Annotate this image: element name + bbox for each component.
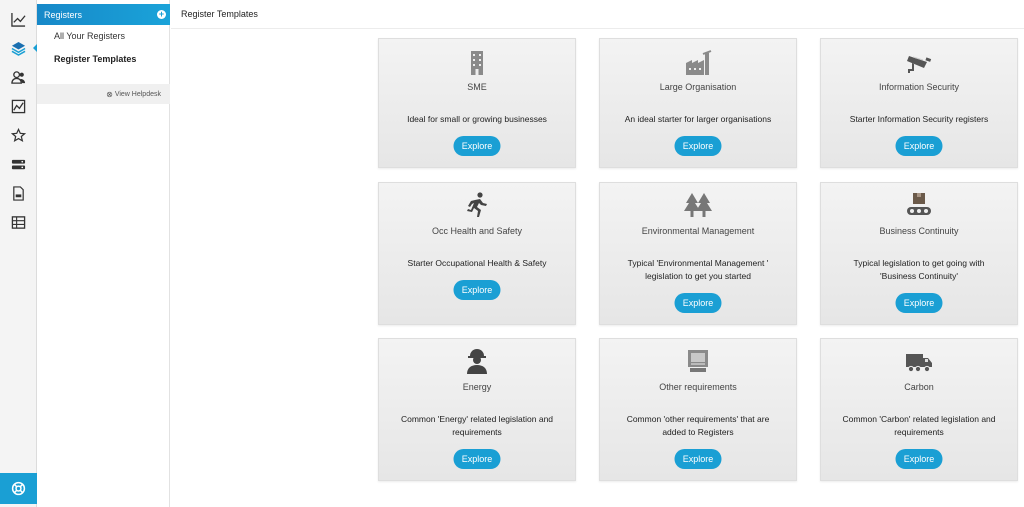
explore-button[interactable]: Explore xyxy=(895,449,943,469)
template-card-energy: Energy Common 'Energy' related legislati… xyxy=(378,338,576,481)
explore-button[interactable]: Explore xyxy=(895,293,943,313)
sidebar-item-all-registers[interactable]: All Your Registers xyxy=(54,31,125,41)
explore-button[interactable]: Explore xyxy=(674,449,722,469)
nav-favourites[interactable] xyxy=(0,122,37,148)
card-title: Energy xyxy=(462,382,492,392)
card-title: Environmental Management xyxy=(641,226,755,236)
card-title: Business Continuity xyxy=(879,226,959,236)
sidebar-item-register-templates[interactable]: Register Templates xyxy=(54,54,136,64)
explore-button[interactable]: Explore xyxy=(895,136,943,156)
sidebar-title: Registers xyxy=(44,9,83,20)
building-icon-wrap xyxy=(379,49,575,77)
nav-reports[interactable] xyxy=(0,93,37,119)
lifebuoy-icon xyxy=(11,481,26,496)
card-description: An ideal starter for larger organisation… xyxy=(624,114,772,124)
worker-hardhat-icon xyxy=(467,349,487,374)
card-title: Other requirements xyxy=(659,382,737,392)
nav-registers[interactable] xyxy=(0,35,38,61)
cctv-icon-wrap xyxy=(821,49,1017,77)
worker-icon-wrap xyxy=(379,347,575,375)
explore-button[interactable]: Explore xyxy=(453,449,501,469)
template-card-other-requirements: Other requirements Common 'other require… xyxy=(599,338,797,481)
card-title: Large Organisation xyxy=(659,82,737,92)
explore-button[interactable]: Explore xyxy=(453,280,501,300)
template-card-carbon: Carbon Common 'Carbon' related legislati… xyxy=(820,338,1018,481)
view-helpdesk-link[interactable]: ⊗ View Helpdesk xyxy=(37,84,170,104)
cctv-camera-icon xyxy=(907,56,932,73)
line-chart-icon xyxy=(11,12,26,27)
card-description: Common 'Carbon' related legislation and … xyxy=(842,414,996,437)
card-description: Starter Occupational Health & Safety xyxy=(407,258,547,268)
card-description: Typical legislation to get going with 'B… xyxy=(853,258,985,281)
explore-button[interactable]: Explore xyxy=(453,136,501,156)
helpdesk-label: View Helpdesk xyxy=(114,90,161,98)
conveyor-box-icon-wrap xyxy=(821,191,1017,219)
truck-icon-wrap xyxy=(821,347,1017,375)
help-button[interactable] xyxy=(0,473,37,504)
monitor-icon xyxy=(688,350,708,372)
area-chart-icon xyxy=(11,99,26,113)
running-person-icon xyxy=(467,192,487,217)
title-divider xyxy=(171,28,1024,29)
layers-icon xyxy=(11,41,26,56)
running-person-icon-wrap xyxy=(379,191,575,219)
truck-icon xyxy=(906,354,932,373)
card-title: Information Security xyxy=(878,82,960,92)
table-icon xyxy=(11,215,26,229)
star-icon xyxy=(11,127,26,142)
registers-sidebar: Registers + All Your Registers Register … xyxy=(37,0,170,507)
nav-dashboard[interactable] xyxy=(0,6,37,32)
template-card-business-continuity: Business Continuity Typical legislation … xyxy=(820,182,1018,325)
building-icon xyxy=(471,51,483,75)
nav-documents[interactable] xyxy=(0,180,37,206)
factory-icon-wrap xyxy=(600,49,796,77)
template-card-large-organisation: Large Organisation An ideal starter for … xyxy=(599,38,797,168)
nav-systems[interactable] xyxy=(0,151,37,177)
server-icon xyxy=(11,159,26,169)
trees-icon-wrap xyxy=(600,191,796,219)
card-title: SME xyxy=(467,82,487,92)
nav-tables[interactable] xyxy=(0,209,37,235)
card-description: Common 'Energy' related legislation and … xyxy=(400,414,554,437)
users-icon xyxy=(11,70,26,84)
card-description: Typical 'Environmental Management ' legi… xyxy=(627,258,769,281)
card-description: Starter Information Security registers xyxy=(849,114,989,124)
template-card-information-security: Information Security Starter Information… xyxy=(820,38,1018,168)
explore-button[interactable]: Explore xyxy=(674,293,722,313)
conveyor-box-icon xyxy=(907,193,931,215)
card-title: Occ Health and Safety xyxy=(431,226,523,236)
sidebar-header: Registers + xyxy=(37,4,170,25)
template-card-environmental-management: Environmental Management Typical 'Enviro… xyxy=(599,182,797,325)
add-register-icon[interactable]: + xyxy=(157,10,166,19)
helpdesk-icon: ⊗ xyxy=(106,89,113,99)
card-description: Common 'other requirements' that are add… xyxy=(626,414,770,437)
monitor-icon-wrap xyxy=(600,347,796,375)
explore-button[interactable]: Explore xyxy=(674,136,722,156)
template-card-occ-health-safety: Occ Health and Safety Starter Occupation… xyxy=(378,182,576,325)
page-title: Register Templates xyxy=(181,9,258,19)
trees-icon xyxy=(684,193,712,217)
document-icon xyxy=(13,185,24,201)
template-card-sme: SME Ideal for small or growing businesse… xyxy=(378,38,576,168)
card-title: Carbon xyxy=(904,382,934,392)
card-description: Ideal for small or growing businesses xyxy=(407,114,547,124)
nav-users[interactable] xyxy=(0,64,37,90)
icon-rail xyxy=(0,0,38,507)
factory-icon xyxy=(686,50,712,75)
